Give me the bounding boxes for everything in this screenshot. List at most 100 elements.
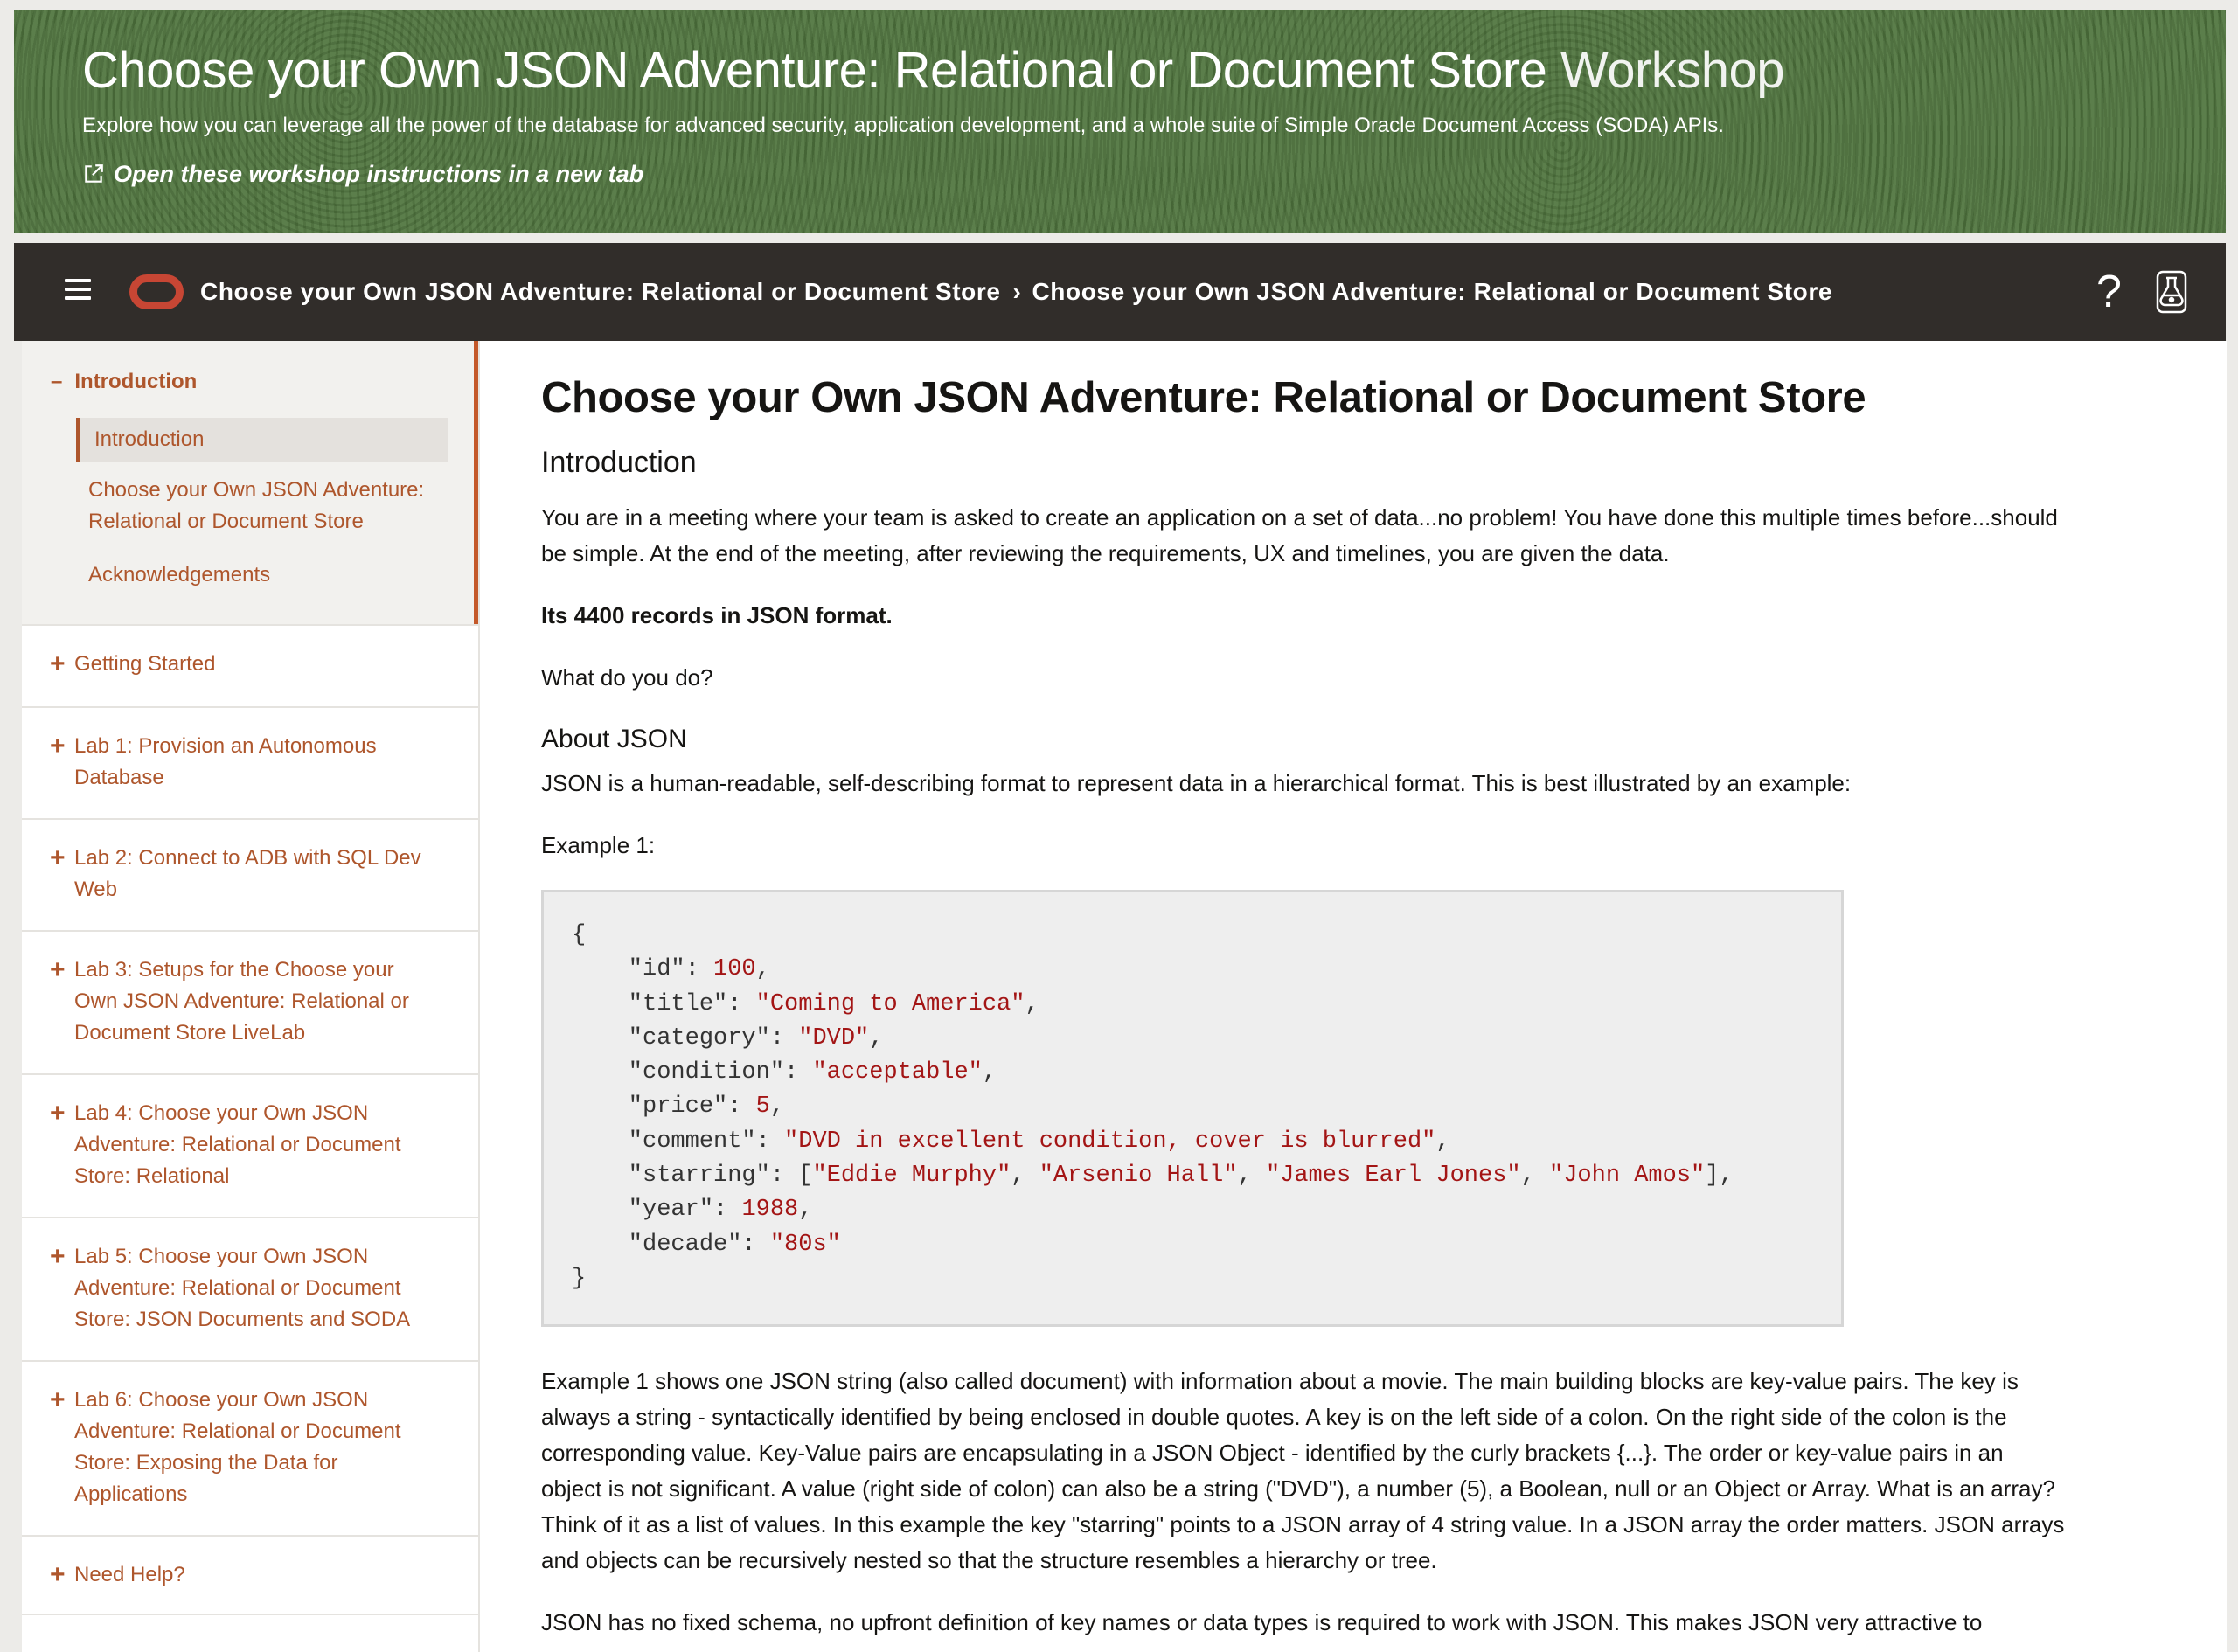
code-line: "comment": "DVD in excellent condition, … — [572, 1125, 1813, 1159]
code-value-token: "John Amos" — [1549, 1163, 1706, 1190]
sidebar-item-label: Document Store LiveLab — [74, 1021, 306, 1045]
explanation-line: corresponding value. Key-Value pairs are… — [541, 1440, 2004, 1466]
code-block-example-1: { "id": 100, "title": "Coming to America… — [541, 890, 1844, 1327]
main-content: Choose your Own JSON Adventure: Relation… — [478, 341, 2227, 1652]
code-key-token: , — [1011, 1163, 1039, 1190]
sidebar-item-label: Store: JSON Documents and SODA — [74, 1308, 411, 1331]
explanation-line: object is not significant. A value (righ… — [541, 1475, 2055, 1502]
sidebar-item-overview-line: Choose your Own JSON Adventure: — [88, 478, 425, 502]
sidebar-item-label: Adventure: Relational or Document — [74, 1276, 401, 1300]
code-key-token: "title": — [572, 990, 756, 1017]
code-key-token: , — [769, 1093, 785, 1121]
workshop-title-text: Choose your Own JSON Adventure: Relation… — [82, 42, 1547, 99]
code-value-token: 1988 — [741, 1197, 799, 1224]
code-key-token: "id": — [572, 956, 714, 983]
sidebar-item-need-help[interactable]: + Need Help? — [22, 1535, 478, 1615]
sidebar-item-lab-5[interactable]: + Lab 5: Choose your Own JSON Adventure:… — [22, 1217, 478, 1360]
code-line: } — [572, 1262, 1813, 1296]
external-link-icon — [85, 164, 103, 183]
schema-paragraph: JSON has no fixed schema, no upfront def… — [541, 1609, 1983, 1635]
sidebar-heading-introduction[interactable]: – Introduction — [51, 367, 197, 397]
workshop-description: Explore how you can leverage all the pow… — [82, 114, 1724, 137]
workshop-title: Choose your Own JSON Adventure: Relation… — [82, 36, 1785, 106]
sidebar-item-acknowledgements[interactable]: Acknowledgements — [88, 559, 455, 591]
sidebar-item-label: Database — [74, 766, 164, 789]
code-value-token: 5 — [755, 1093, 770, 1121]
sidebar-section-introduction: – Introduction Introduction Choose your … — [22, 341, 478, 624]
sidebar-item-label: Lab 1: Provision an Autonomous — [74, 734, 377, 758]
top-navigation-bar: Choose your Own JSON Adventure: Relation… — [14, 243, 2226, 341]
open-new-tab-label: Open these workshop instructions in a ne… — [114, 161, 644, 187]
page-title: Choose your Own JSON Adventure: Relation… — [541, 374, 1866, 421]
expand-icon: + — [50, 732, 66, 760]
collapse-icon: – — [51, 370, 63, 393]
breadcrumb: Choose your Own JSON Adventure: Relation… — [200, 269, 1832, 315]
breadcrumb-current: Choose your Own JSON Adventure: Relation… — [1032, 278, 1832, 305]
menu-icon[interactable] — [65, 279, 91, 305]
sidebar-item-lab-6[interactable]: + Lab 6: Choose your Own JSON Adventure:… — [22, 1360, 478, 1535]
code-key-token: , — [798, 1197, 813, 1224]
workshop-title-suffix: Workshop — [1560, 42, 1785, 99]
breadcrumb-workshop[interactable]: Choose your Own JSON Adventure: Relation… — [200, 269, 1001, 315]
expand-icon: + — [50, 1242, 66, 1271]
code-line: "decade": "80s" — [572, 1228, 1813, 1262]
code-value-token: "DVD in excellent condition, cover is bl… — [784, 1128, 1436, 1155]
explanation-line: and objects can be recursively nested so… — [541, 1547, 1437, 1573]
question-text: What do you do? — [541, 664, 713, 691]
code-key-token: } — [572, 1265, 587, 1292]
code-key-token: "condition": — [572, 1059, 813, 1086]
code-line: "category": "DVD", — [572, 1022, 1813, 1056]
sidebar-item-overview[interactable]: Choose your Own JSON Adventure: Relation… — [88, 475, 455, 538]
sidebar-item-label: Adventure: Relational or Document — [74, 1419, 401, 1443]
code-key-token: , — [1025, 990, 1039, 1017]
code-value-token: "Arsenio Hall" — [1039, 1163, 1238, 1190]
intro-paragraph-line: be simple. At the end of the meeting, af… — [541, 540, 1670, 566]
expand-icon: + — [50, 1099, 66, 1128]
code-key-token: , — [1520, 1163, 1550, 1190]
sidebar-item-introduction-active[interactable]: Introduction — [76, 418, 448, 462]
expand-icon: + — [50, 843, 66, 872]
sidebar-item-label: Own JSON Adventure: Relational or — [74, 989, 409, 1013]
example-label: Example 1: — [541, 832, 656, 858]
sidebar-item-label: Web — [74, 878, 117, 901]
section-heading-about-json: About JSON — [541, 725, 687, 753]
code-key-token: "year": — [572, 1197, 742, 1224]
code-line: "title": "Coming to America", — [572, 988, 1813, 1022]
sidebar-heading-label: Introduction — [74, 370, 198, 393]
code-key-token: , — [869, 1024, 884, 1052]
sidebar-item-getting-started[interactable]: + Getting Started — [22, 624, 478, 706]
code-key-token: , — [1435, 1128, 1450, 1155]
sidebar-item-label: Lab 3: Setups for the Choose your — [74, 958, 394, 982]
breadcrumb-separator: › — [1012, 278, 1022, 305]
code-value-token: "Coming to America" — [755, 990, 1025, 1017]
code-key-token: "decade": — [572, 1231, 770, 1258]
intro-paragraph-line: You are in a meeting where your team is … — [541, 504, 2058, 531]
code-line: "condition": "acceptable", — [572, 1056, 1813, 1090]
code-line: { — [572, 919, 1813, 953]
explanation-paragraph: Example 1 shows one JSON string (also ca… — [541, 1364, 2176, 1579]
about-json-paragraph: JSON is a human-readable, self-describin… — [541, 770, 1852, 796]
sidebar-item-lab-4[interactable]: + Lab 4: Choose your Own JSON Adventure:… — [22, 1073, 478, 1217]
oracle-logo[interactable] — [129, 274, 184, 309]
expand-icon: + — [50, 955, 66, 984]
sidebar-item-lab-2[interactable]: + Lab 2: Connect to ADB with SQL Dev Web — [22, 818, 478, 930]
code-key-token: , — [982, 1059, 997, 1086]
sidebar-item-lab-3[interactable]: + Lab 3: Setups for the Choose your Own … — [22, 930, 478, 1073]
sidebar-item-label: Need Help? — [74, 1563, 185, 1586]
code-key-token: { — [572, 922, 587, 948]
sidebar-item-lab-1[interactable]: + Lab 1: Provision an Autonomous Databas… — [22, 706, 478, 818]
open-new-tab-link[interactable]: Open these workshop instructions in a ne… — [82, 156, 643, 191]
help-icon[interactable]: ? — [2096, 267, 2122, 316]
code-key-token: , — [1237, 1163, 1266, 1190]
intro-paragraph: You are in a meeting where your team is … — [541, 500, 2176, 572]
code-line: "id": 100, — [572, 953, 1813, 987]
records-statement: Its 4400 records in JSON format. — [541, 602, 893, 628]
expand-icon: + — [50, 1560, 66, 1589]
sidebar-item-label: Lab 4: Choose your Own JSON — [74, 1101, 369, 1125]
code-key-token: "comment": — [572, 1128, 785, 1155]
sidebar-item-label: Adventure: Relational or Document — [74, 1133, 401, 1156]
code-value-token: "80s" — [769, 1231, 841, 1258]
sidebar-item-label: Lab 2: Connect to ADB with SQL Dev — [74, 846, 421, 870]
lab-flask-icon[interactable] — [2147, 267, 2196, 316]
explanation-line: Example 1 shows one JSON string (also ca… — [541, 1368, 2019, 1394]
